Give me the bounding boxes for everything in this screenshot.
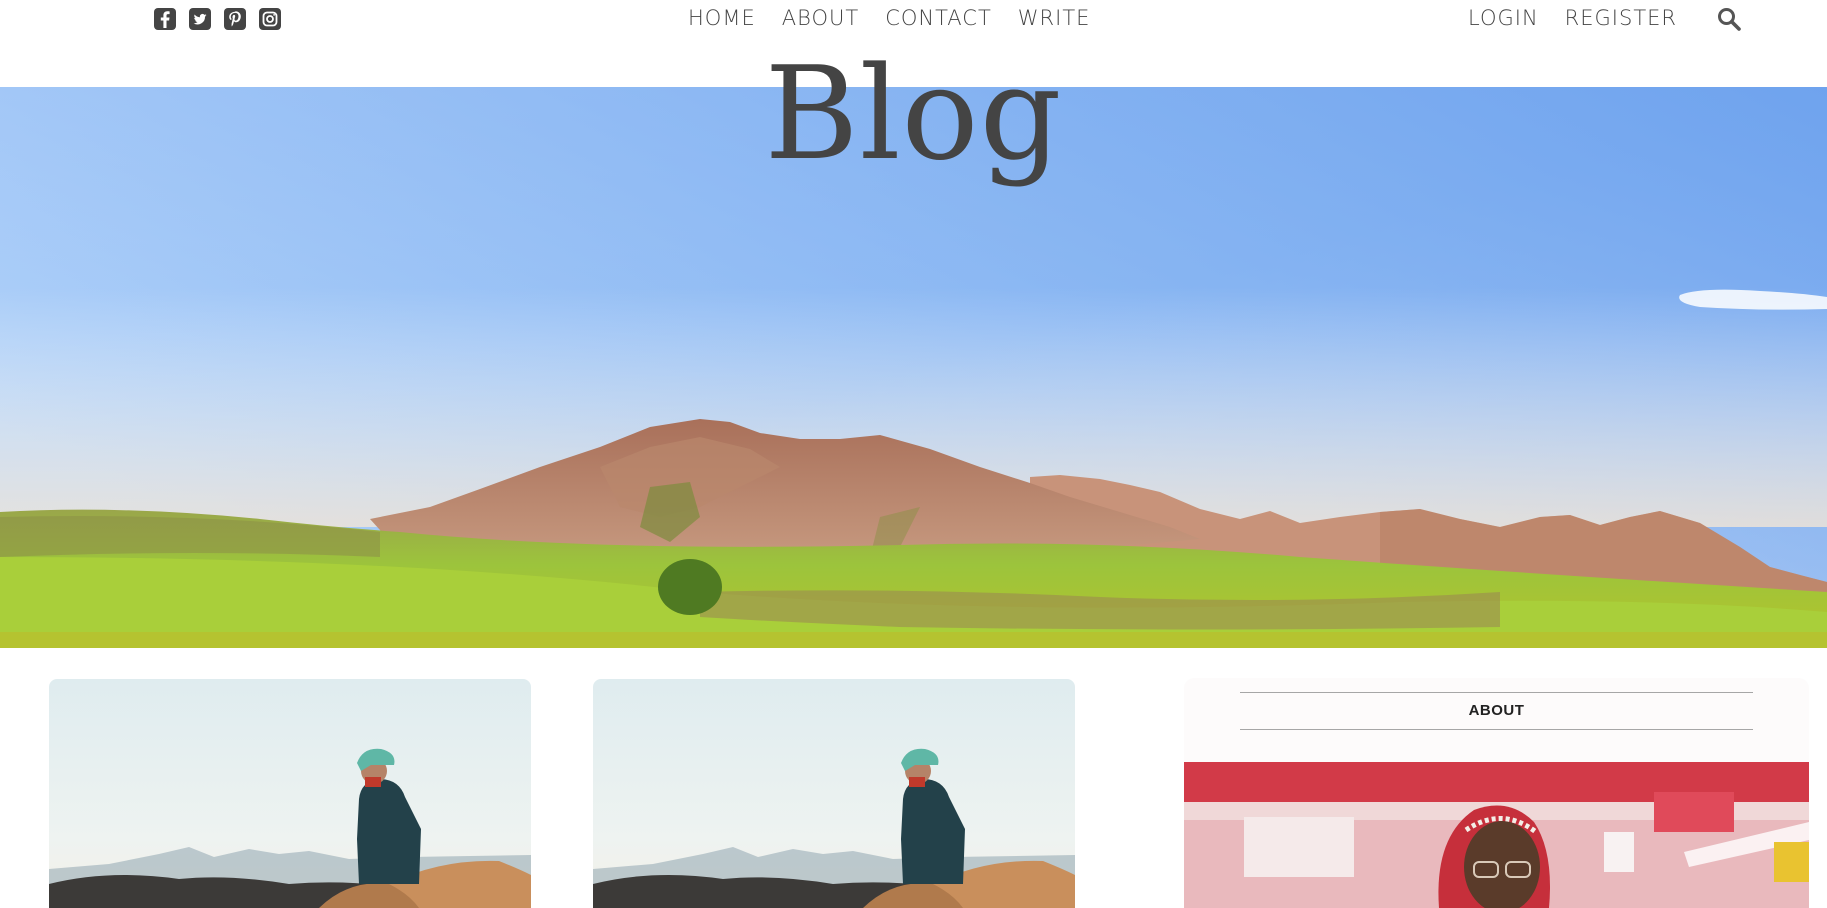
instagram-icon[interactable]: [258, 7, 282, 31]
twitter-icon[interactable]: [188, 7, 212, 31]
main-nav: HOME ABOUT CONTACT WRITE: [688, 5, 1090, 31]
facebook-icon[interactable]: [153, 7, 177, 31]
nav-contact-link[interactable]: CONTACT: [885, 5, 992, 31]
person-on-dunes-image: [593, 679, 1075, 908]
nav-about-link[interactable]: ABOUT: [782, 5, 859, 31]
nav-home-link[interactable]: HOME: [688, 5, 756, 31]
sidebar-image: [1184, 762, 1809, 908]
person-on-dunes-image: [49, 679, 531, 908]
social-links: [153, 7, 282, 31]
post-image[interactable]: [49, 679, 531, 908]
sidebar-title: ABOUT: [1240, 692, 1753, 730]
register-link[interactable]: REGISTER: [1565, 5, 1677, 31]
pinterest-icon[interactable]: [223, 7, 247, 31]
woman-portrait-image: [1184, 762, 1809, 908]
sidebar: ABOUT: [1184, 678, 1809, 908]
post-image[interactable]: [593, 679, 1075, 908]
search-icon[interactable]: [1716, 6, 1742, 32]
nav-write-link[interactable]: WRITE: [1018, 5, 1091, 31]
page-title: Blog: [764, 40, 1063, 189]
login-link[interactable]: LOGIN: [1468, 5, 1539, 31]
account-nav: LOGIN REGISTER: [1468, 5, 1677, 31]
